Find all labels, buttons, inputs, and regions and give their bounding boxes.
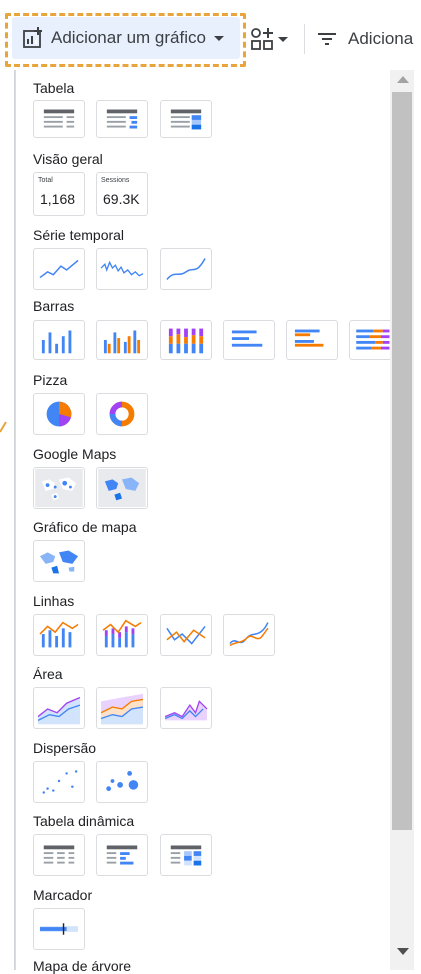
stacked-area-chart-option[interactable] [96, 687, 148, 729]
line-chart-icon [166, 625, 206, 645]
filled-map-icon [98, 468, 146, 508]
section-title-tabela-dinamica: Tabela dinâmica [33, 813, 135, 829]
section-title-linhas: Linhas [33, 593, 75, 609]
section-title-barras: Barras [33, 298, 75, 314]
scatter-chart-option[interactable] [33, 761, 85, 803]
section-title-google-maps: Google Maps [33, 446, 117, 462]
scorecard-value: 1,168 [40, 191, 76, 207]
scorecard-value: 69.3K [103, 191, 140, 207]
add-filter-button[interactable]: Adiciona [316, 24, 413, 54]
stacked-combo-icon [102, 619, 142, 648]
combo-chart-option[interactable] [33, 614, 85, 656]
grouped-horizontal-bar-option[interactable] [286, 320, 338, 360]
section-title-grafico-mapa: Gráfico de mapa [33, 519, 137, 535]
toolbar: Adicionar um gráfico Adiciona [0, 0, 421, 70]
google-maps-filled-option[interactable] [96, 467, 148, 509]
bubble-chart-option[interactable] [96, 761, 148, 803]
pivot-table-heatmap-option[interactable] [160, 834, 212, 876]
donut-chart-option[interactable] [96, 393, 148, 435]
time-series-sparkline-option[interactable] [96, 248, 148, 290]
pivot-table-bars-option[interactable] [96, 834, 148, 876]
stacked-bar-option[interactable] [160, 320, 212, 360]
percent-area-icon [164, 700, 208, 721]
table-heatmap-icon [170, 109, 202, 130]
bullet-chart-icon [39, 923, 79, 935]
scorecard-option-sessions[interactable]: Sessions 69.3K [96, 172, 148, 216]
scatter-chart-icon [42, 770, 78, 794]
stacked-column-icon [168, 328, 204, 354]
smoothed-line-icon [166, 258, 206, 280]
grouped-horizontal-bar-icon [294, 329, 324, 347]
scorecard-option-total[interactable]: Total 1,168 [33, 172, 85, 216]
stacked-horizontal-bar-option[interactable] [349, 320, 390, 360]
time-series-smoothed-option[interactable] [160, 248, 212, 290]
smooth-line-chart-option[interactable] [223, 614, 275, 656]
toolbar-divider [304, 24, 305, 54]
table-icon [43, 109, 75, 128]
add-filter-label: Adiciona [348, 29, 414, 48]
area-chart-icon [37, 696, 81, 725]
horizontal-bar-icon [231, 330, 263, 347]
column-chart-icon [41, 330, 72, 354]
bubble-map-icon [35, 468, 83, 508]
sparkline-icon [100, 260, 144, 277]
combo-chart-icon [39, 621, 79, 648]
time-series-option[interactable] [33, 248, 85, 290]
scorecard-label: Total [38, 177, 53, 184]
google-maps-bubble-option[interactable] [33, 467, 85, 509]
scroll-down-arrow-icon[interactable] [397, 948, 409, 955]
section-title-tabela: Tabela [33, 80, 75, 96]
stacked-combo-chart-option[interactable] [96, 614, 148, 656]
chevron-down-icon [278, 36, 288, 42]
section-title-marcador: Marcador [33, 887, 93, 903]
section-title-visao-geral: Visão geral [33, 151, 103, 167]
stacked-horizontal-bar-icon [356, 329, 390, 350]
table-bars-icon [106, 109, 138, 129]
geo-chart-icon [39, 550, 79, 574]
donut-chart-icon [109, 401, 135, 427]
bar-chart-option[interactable] [33, 320, 85, 360]
section-title-mapa-arvore: Mapa de árvore [33, 958, 132, 974]
highlight-frame [5, 13, 246, 67]
pivot-table-option[interactable] [33, 834, 85, 876]
add-control-button[interactable] [250, 24, 292, 54]
scrollbar-thumb[interactable] [392, 92, 412, 830]
horizontal-bar-option[interactable] [223, 320, 275, 360]
section-title-pizza: Pizza [33, 372, 68, 388]
pivot-table-bars-icon [106, 845, 138, 865]
bullet-chart-option[interactable] [33, 908, 85, 950]
percent-area-chart-option[interactable] [160, 687, 212, 729]
table-bars-chart-option[interactable] [96, 100, 148, 138]
filter-icon [316, 28, 338, 50]
pivot-table-heatmap-icon [170, 845, 202, 866]
pivot-table-icon [43, 845, 75, 864]
area-chart-option[interactable] [33, 687, 85, 729]
scroll-up-arrow-icon[interactable] [397, 76, 409, 83]
pie-chart-option[interactable] [33, 393, 85, 435]
geo-chart-option[interactable] [33, 540, 85, 582]
grouped-bar-option[interactable] [96, 320, 148, 360]
line-chart-option[interactable] [160, 614, 212, 656]
section-title-serie-temporal: Série temporal [33, 227, 125, 243]
table-chart-option[interactable] [33, 100, 85, 138]
grouped-column-icon [103, 330, 141, 354]
orange-pointer-icon [0, 421, 7, 433]
section-title-area: Área [33, 666, 63, 682]
pie-chart-icon [46, 401, 72, 427]
bubble-chart-icon [106, 771, 139, 792]
smooth-line-icon [229, 622, 269, 647]
section-title-dispersao: Dispersão [33, 740, 97, 756]
scorecard-label: Sessions [101, 177, 130, 184]
time-series-icon [39, 259, 79, 279]
add-control-icon [250, 27, 274, 51]
stacked-area-icon [100, 693, 144, 725]
table-heatmap-chart-option[interactable] [160, 100, 212, 138]
